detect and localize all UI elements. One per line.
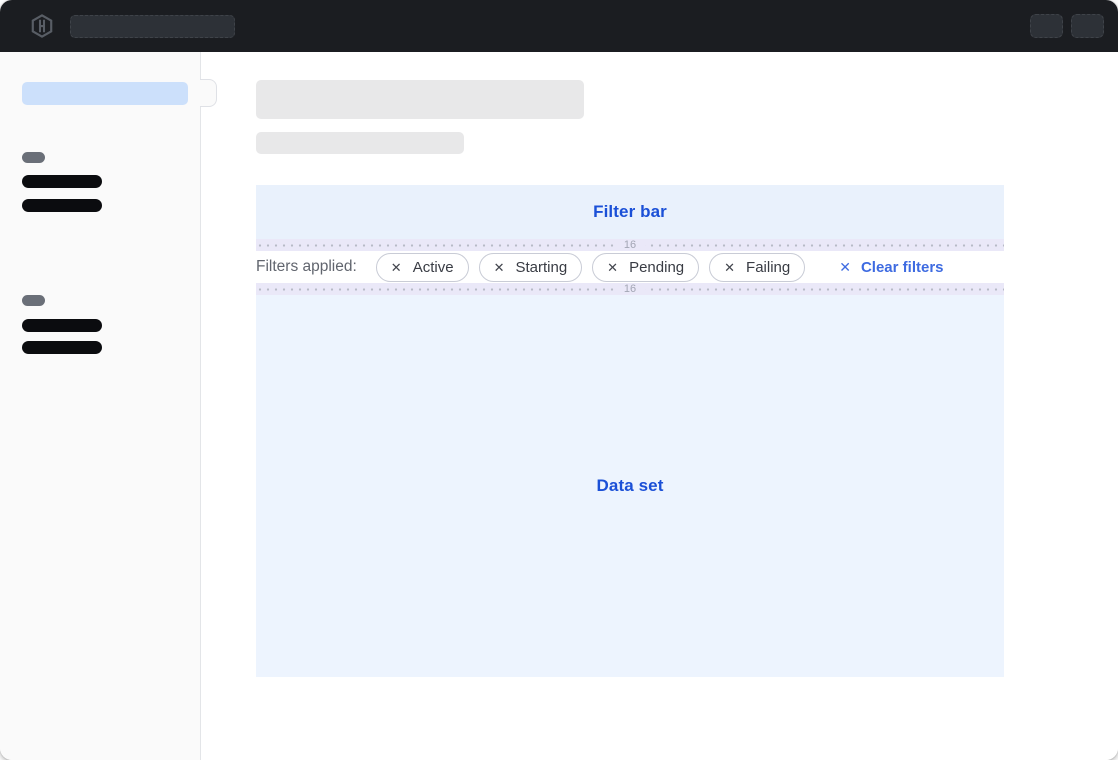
global-search-placeholder[interactable]: [70, 15, 235, 38]
sidebar-nav-item-placeholder[interactable]: [22, 319, 102, 332]
sidebar-nav-item-placeholder[interactable]: [22, 341, 102, 354]
content-column: Filter bar 16 Filters applied: ✕ Active …: [256, 80, 1004, 677]
applied-filters-row: Filters applied: ✕ Active ✕ Starting ✕ P…: [256, 251, 1004, 283]
filter-bar-region: Filter bar: [256, 185, 1004, 239]
sidebar-selected-item-placeholder[interactable]: [22, 82, 188, 105]
sidebar: [0, 52, 201, 760]
spacing-annotation-bottom: 16: [256, 283, 1004, 295]
sidebar-section-label-placeholder: [22, 295, 45, 306]
filter-pill-label: Starting: [515, 259, 567, 276]
filter-pill-label: Pending: [629, 259, 684, 276]
sidebar-collapse-handle[interactable]: [200, 79, 217, 107]
page-subtitle-placeholder: [256, 132, 464, 154]
data-set-region: Data set: [256, 295, 1004, 677]
close-icon: ✕: [839, 259, 851, 276]
close-icon[interactable]: ✕: [607, 261, 618, 274]
topbar-action-button-1[interactable]: [1030, 14, 1063, 38]
close-icon[interactable]: ✕: [391, 261, 402, 274]
body-row: Filter bar 16 Filters applied: ✕ Active …: [0, 52, 1118, 760]
sidebar-nav-item-placeholder[interactable]: [22, 175, 102, 188]
main-content: Filter bar 16 Filters applied: ✕ Active …: [201, 52, 1118, 760]
app-window: Filter bar 16 Filters applied: ✕ Active …: [0, 0, 1118, 760]
clear-filters-link[interactable]: ✕ Clear filters: [839, 259, 943, 276]
spacing-annotation-top: 16: [256, 239, 1004, 251]
filter-bar-region-label: Filter bar: [593, 202, 667, 222]
filter-pill-active[interactable]: ✕ Active: [376, 253, 469, 282]
sidebar-section-label-placeholder: [22, 152, 45, 163]
close-icon[interactable]: ✕: [724, 261, 735, 274]
top-nav-bar: [0, 0, 1118, 52]
data-set-region-label: Data set: [597, 476, 664, 496]
filters-applied-label: Filters applied:: [256, 258, 357, 276]
close-icon[interactable]: ✕: [494, 261, 505, 274]
filter-pill-failing[interactable]: ✕ Failing: [709, 253, 805, 282]
page-title-placeholder: [256, 80, 584, 119]
sidebar-nav-item-placeholder[interactable]: [22, 199, 102, 212]
spacing-value: 16: [615, 239, 645, 251]
hashicorp-logo-icon: [29, 13, 55, 39]
filter-pill-pending[interactable]: ✕ Pending: [592, 253, 699, 282]
clear-filters-label: Clear filters: [861, 259, 944, 276]
filter-pill-starting[interactable]: ✕ Starting: [479, 253, 583, 282]
filter-pill-label: Active: [413, 259, 454, 276]
spacing-value: 16: [615, 283, 645, 295]
filter-pill-label: Failing: [746, 259, 790, 276]
topbar-action-button-2[interactable]: [1071, 14, 1104, 38]
